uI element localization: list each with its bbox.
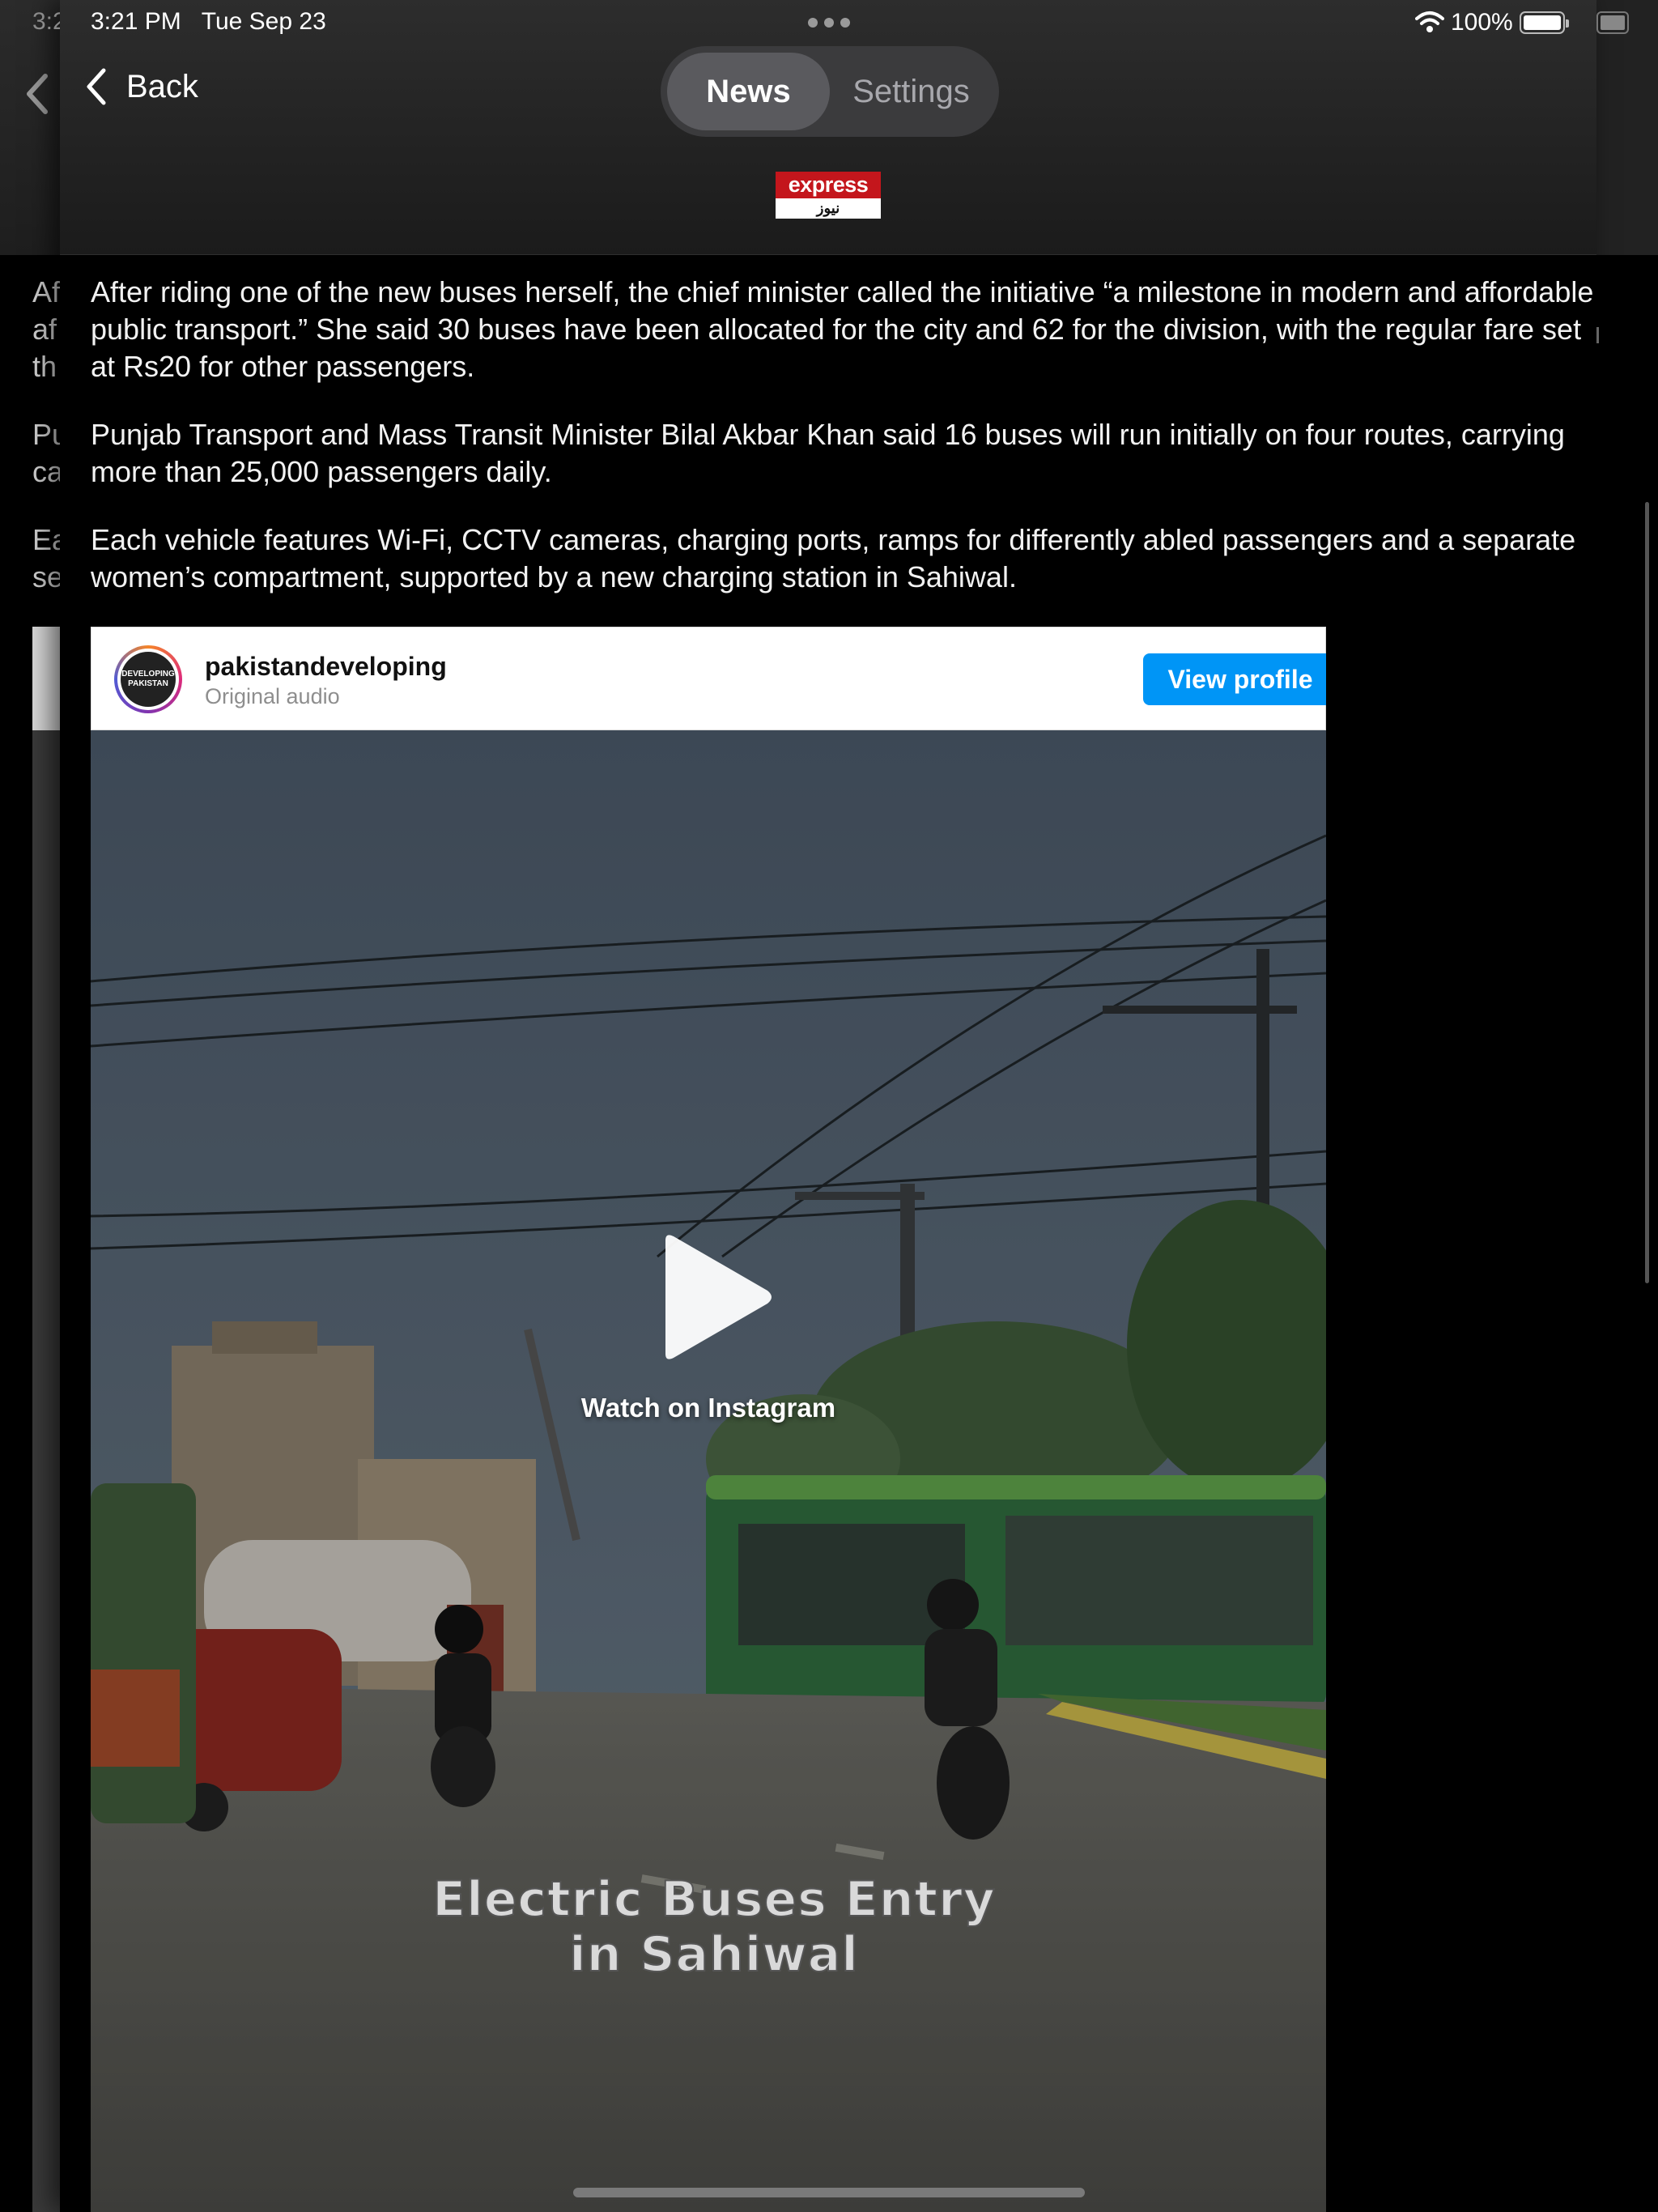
embed-header: DEVELOPING PAKISTAN pakistandeveloping O… [91,627,1326,730]
scroll-indicator[interactable] [1645,502,1649,1283]
avatar-logo: DEVELOPING PAKISTAN [121,652,176,707]
tab-settings[interactable]: Settings [830,53,993,130]
background-embed-header-edge [32,627,62,730]
status-time: 3:21 PM Tue Sep 23 [91,8,326,36]
home-indicator[interactable] [573,2188,1085,2197]
background-embed-edge [32,627,62,2212]
status-right: 100% [1415,6,1569,39]
article-paragraph: After riding one of the new buses hersel… [91,275,1594,383]
battery-icon [1519,11,1569,34]
embed-audio-label[interactable]: Original audio [205,684,340,709]
status-clock: 3:21 PM [91,8,181,35]
ghost-status-time: 3:2 [32,8,60,35]
article-paragraph: Punjab Transport and Mass Transit Minist… [91,418,1565,488]
video-caption-line: in Sahiwal [568,1926,859,1983]
watch-on-instagram-link[interactable]: Watch on Instagram [91,1393,1326,1423]
instagram-embed: DEVELOPING PAKISTAN pakistandeveloping O… [91,627,1326,2212]
status-bar: 3:2 3:21 PM Tue Sep 23 100% [0,0,1658,47]
back-button[interactable]: Back [84,66,198,107]
wifi-icon [1415,11,1444,32]
tab-news[interactable]: News [667,53,830,130]
publisher-logo-top: express [776,172,881,198]
video-thumbnail [91,730,1326,2212]
video-caption-line: Electric Buses Entry [432,1871,996,1928]
avatar[interactable]: DEVELOPING PAKISTAN [114,645,182,713]
avatar-text: DEVELOPING [121,670,175,678]
chevron-left-icon [87,68,106,105]
video-player[interactable]: Watch on Instagram Electric Buses Entry … [91,730,1326,2212]
article-paragraph: Each vehicle features Wi-Fi, CCTV camera… [91,523,1576,593]
ghost-battery-icon [1596,11,1629,34]
battery-fill [1523,15,1561,30]
status-date: Tue Sep 23 [201,8,326,35]
view-profile-button[interactable]: View profile [1143,653,1326,705]
video-caption: Electric Buses Entry in Sahiwal [309,1871,1119,1983]
segmented-control: News Settings [661,46,999,137]
embed-username[interactable]: pakistandeveloping [205,652,447,682]
publisher-logo-bottom: نیوز [776,198,881,219]
multitasking-dots-icon[interactable] [806,15,852,31]
avatar-text: PAKISTAN [128,679,168,688]
article-body: After riding one of the new buses hersel… [91,274,1613,627]
back-label: Back [126,68,198,104]
battery-percent: 100% [1451,9,1513,36]
play-icon[interactable] [654,1232,776,1362]
publisher-logo: express نیوز [776,172,881,219]
news-sheet: Back News Settings express نیوز After ri… [60,0,1596,2212]
background-back-chevron-icon [27,74,48,114]
